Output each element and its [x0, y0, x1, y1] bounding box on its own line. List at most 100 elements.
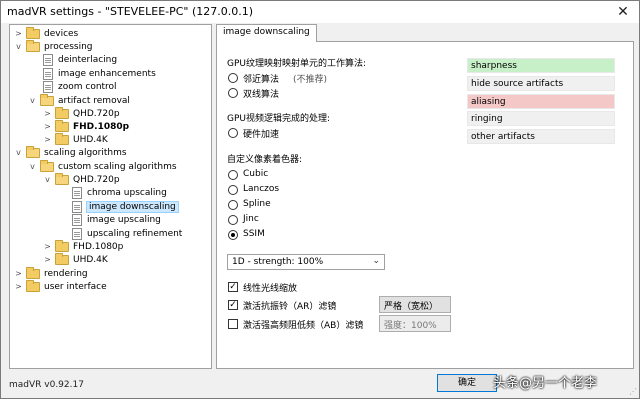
tree-item-cs-qhd[interactable]: v QHD.720p: [43, 172, 120, 186]
artifact-sharpness: sharpness: [467, 58, 615, 73]
lanczos-radio[interactable]: [228, 185, 238, 195]
tree-collapse-icon[interactable]: v: [14, 148, 23, 157]
tree-expand-icon[interactable]: >: [43, 242, 52, 251]
settings-window: madVR settings - "STEVELEE-PC" (127.0.0.…: [0, 0, 640, 399]
tree-collapse-icon[interactable]: v: [14, 42, 23, 51]
tree-item-chroma-upscaling[interactable]: chroma upscaling: [72, 186, 167, 199]
page-icon: [72, 227, 82, 240]
linear-light-checkbox[interactable]: ✓: [228, 282, 238, 292]
folder-icon: [55, 106, 69, 119]
anti-ringing-mode-select[interactable]: 严格（宽松）: [379, 296, 451, 313]
tree-item-scaling-algorithms[interactable]: v scaling algorithms: [14, 145, 127, 159]
tree-item-image-enhancements[interactable]: image enhancements: [43, 67, 156, 80]
tree-expand-icon[interactable]: >: [14, 282, 23, 291]
window-title: madVR settings - "STEVELEE-PC" (127.0.0.…: [7, 5, 254, 18]
tree-item-custom-scaling[interactable]: v custom scaling algorithms: [28, 159, 177, 173]
tree-item-user-interface[interactable]: > user interface: [14, 279, 107, 293]
tree-collapse-icon[interactable]: v: [43, 175, 52, 184]
page-icon: [72, 200, 82, 213]
watermark: 头条@另一个老李: [493, 376, 598, 391]
lanczos-label: Lanczos: [243, 184, 280, 194]
folder-icon: [55, 132, 69, 145]
folder-icon: [26, 39, 40, 52]
folder-icon: [26, 26, 40, 39]
jinc-radio[interactable]: [228, 215, 238, 225]
folder-icon: [40, 93, 54, 106]
hardware-accel-label: 硬件加速: [243, 130, 280, 140]
footer: madVR v0.92.17 确定 头条@另一个老李 ⋰: [1, 369, 639, 398]
cubic-label: Cubic: [243, 169, 269, 179]
not-recommended-note: (不推荐): [293, 75, 328, 85]
tree-item-image-downscaling[interactable]: image downscaling: [72, 200, 179, 213]
tree-item-deinterlacing[interactable]: deinterlacing: [43, 53, 117, 66]
tree-item-devices[interactable]: > devices: [14, 26, 78, 40]
jinc-label: Jinc: [243, 214, 259, 224]
page-icon: [43, 67, 53, 80]
hardware-accel-radio[interactable]: [228, 128, 238, 138]
tree-item-upscaling-refinement[interactable]: upscaling refinement: [72, 227, 182, 240]
folder-icon: [55, 252, 69, 265]
resize-grip-icon[interactable]: ⋰: [629, 387, 637, 396]
page-icon: [43, 80, 53, 93]
image-downscaling-panel: GPU纹理映射映射单元的工作算法: 邻近算法 (不推荐) 双线算法 GPU视频逻…: [216, 41, 634, 369]
tree-collapse-icon[interactable]: v: [28, 162, 37, 171]
folder-icon: [55, 239, 69, 252]
custom-shader-label: 自定义像素着色器:: [227, 155, 303, 165]
page-icon: [43, 53, 53, 66]
gpu-shader-label: GPU视频逻辑完成的处理:: [227, 114, 331, 124]
bilinear-label: 双线算法: [243, 90, 280, 100]
tree-item-rendering[interactable]: > rendering: [14, 266, 88, 280]
chevron-down-icon: ⌄: [372, 256, 380, 266]
title-bar: madVR settings - "STEVELEE-PC" (127.0.0.…: [1, 1, 639, 23]
strength-select-value: 1D - strength: 100%: [232, 257, 324, 267]
version-label: madVR v0.92.17: [9, 380, 84, 390]
tree-expand-icon[interactable]: >: [14, 269, 23, 278]
folder-icon: [40, 159, 54, 172]
artifact-other: other artifacts: [467, 129, 615, 144]
page-icon: [72, 186, 82, 199]
tree-item-processing[interactable]: v processing: [14, 39, 93, 53]
anti-ringing-checkbox[interactable]: ✓: [228, 300, 238, 310]
tree-item-artifact-removal[interactable]: v artifact removal: [28, 93, 130, 107]
spline-radio[interactable]: [228, 200, 238, 210]
anti-ringing-label: 激活抗振铃（AR）滤镜: [243, 302, 337, 312]
anti-bloat-strength-field[interactable]: 强度：100%: [379, 315, 451, 332]
nearest-neighbor-label: 邻近算法: [243, 75, 280, 85]
tree-item-image-upscaling[interactable]: image upscaling: [72, 213, 161, 226]
artifact-aliasing: aliasing: [467, 94, 615, 109]
tree-collapse-icon[interactable]: v: [28, 96, 37, 105]
strength-select[interactable]: 1D - strength: 100% ⌄: [227, 254, 385, 270]
bilinear-radio[interactable]: [228, 88, 238, 98]
close-icon[interactable]: ✕: [613, 3, 633, 21]
ssim-radio[interactable]: [228, 230, 238, 240]
gpu-algorithm-label: GPU纹理映射映射单元的工作算法:: [227, 59, 367, 69]
folder-icon: [55, 119, 69, 132]
nearest-neighbor-radio[interactable]: [228, 73, 238, 83]
folder-icon: [26, 266, 40, 279]
artifact-hide-source: hide source artifacts: [467, 76, 615, 91]
tree-expand-icon[interactable]: >: [43, 109, 52, 118]
page-icon: [72, 213, 82, 226]
folder-icon: [26, 145, 40, 158]
folder-icon: [26, 279, 40, 292]
tab-image-downscaling[interactable]: image downscaling: [216, 24, 317, 42]
settings-tree[interactable]: > devices v processing deinterlacing image…: [9, 24, 212, 369]
tree-expand-icon[interactable]: >: [43, 122, 52, 131]
anti-bloat-label: 激活强高频阻低频（AB）滤镜: [243, 321, 364, 331]
tree-expand-icon[interactable]: >: [43, 255, 52, 264]
tree-expand-icon[interactable]: >: [43, 135, 52, 144]
linear-light-label: 线性光线缩放: [243, 284, 298, 294]
anti-bloat-checkbox[interactable]: [228, 319, 238, 329]
cubic-radio[interactable]: [228, 170, 238, 180]
tree-item-cs-uhd[interactable]: > UHD.4K: [43, 252, 108, 266]
tree-expand-icon[interactable]: >: [14, 29, 23, 38]
tree-item-ar-qhd[interactable]: > QHD.720p: [43, 106, 120, 120]
ok-button[interactable]: 确定: [437, 374, 497, 392]
tree-item-ar-uhd[interactable]: > UHD.4K: [43, 132, 108, 146]
settings-tab-area: image downscaling GPU纹理映射映射单元的工作算法: 邻近算法…: [216, 24, 634, 369]
ssim-label: SSIM: [243, 229, 265, 239]
artifact-ringing: ringing: [467, 111, 615, 126]
tree-item-ar-fhd[interactable]: > FHD.1080p: [43, 119, 129, 133]
tree-item-cs-fhd[interactable]: > FHD.1080p: [43, 239, 123, 253]
tree-item-zoom-control[interactable]: zoom control: [43, 80, 117, 93]
